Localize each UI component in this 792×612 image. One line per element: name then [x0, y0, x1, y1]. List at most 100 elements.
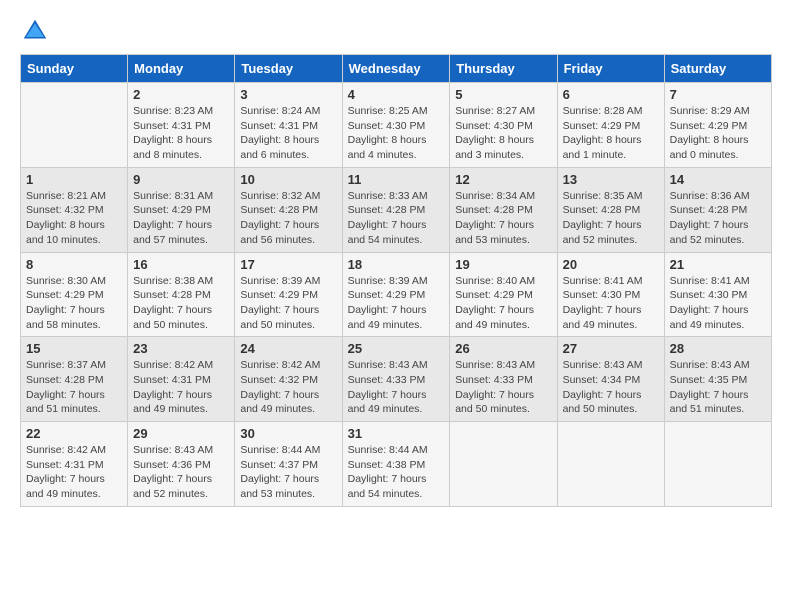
calendar-cell: 14 Sunrise: 8:36 AMSunset: 4:28 PMDayligh…: [664, 167, 771, 252]
header-cell-tuesday: Tuesday: [235, 55, 342, 83]
day-info: Sunrise: 8:38 AMSunset: 4:28 PMDaylight:…: [133, 274, 229, 333]
calendar-cell: 29 Sunrise: 8:43 AMSunset: 4:36 PMDayligh…: [128, 422, 235, 507]
day-info: Sunrise: 8:24 AMSunset: 4:31 PMDaylight:…: [240, 104, 336, 163]
day-number: 22: [26, 426, 122, 441]
calendar-cell: 18 Sunrise: 8:39 AMSunset: 4:29 PMDayligh…: [342, 252, 450, 337]
day-number: 5: [455, 87, 551, 102]
calendar-cell: 1 Sunrise: 8:21 AMSunset: 4:32 PMDaylight…: [21, 167, 128, 252]
day-info: Sunrise: 8:30 AMSunset: 4:29 PMDaylight:…: [26, 274, 122, 333]
day-number: 24: [240, 341, 336, 356]
header: [20, 16, 772, 46]
day-number: 27: [563, 341, 659, 356]
day-info: Sunrise: 8:27 AMSunset: 4:30 PMDaylight:…: [455, 104, 551, 163]
calendar-cell: [21, 83, 128, 168]
day-number: 28: [670, 341, 766, 356]
day-number: 31: [348, 426, 445, 441]
day-info: Sunrise: 8:42 AMSunset: 4:32 PMDaylight:…: [240, 358, 336, 417]
day-info: Sunrise: 8:41 AMSunset: 4:30 PMDaylight:…: [670, 274, 766, 333]
day-info: Sunrise: 8:42 AMSunset: 4:31 PMDaylight:…: [133, 358, 229, 417]
day-info: Sunrise: 8:31 AMSunset: 4:29 PMDaylight:…: [133, 189, 229, 248]
day-info: Sunrise: 8:42 AMSunset: 4:31 PMDaylight:…: [26, 443, 122, 502]
calendar-cell: 4 Sunrise: 8:25 AMSunset: 4:30 PMDaylight…: [342, 83, 450, 168]
day-number: 19: [455, 257, 551, 272]
day-info: Sunrise: 8:44 AMSunset: 4:38 PMDaylight:…: [348, 443, 445, 502]
calendar-cell: 5 Sunrise: 8:27 AMSunset: 4:30 PMDaylight…: [450, 83, 557, 168]
header-cell-wednesday: Wednesday: [342, 55, 450, 83]
day-info: Sunrise: 8:29 AMSunset: 4:29 PMDaylight:…: [670, 104, 766, 163]
day-info: Sunrise: 8:34 AMSunset: 4:28 PMDaylight:…: [455, 189, 551, 248]
calendar-cell: 9 Sunrise: 8:31 AMSunset: 4:29 PMDaylight…: [128, 167, 235, 252]
calendar-cell: 15 Sunrise: 8:37 AMSunset: 4:28 PMDayligh…: [21, 337, 128, 422]
calendar-cell: 22 Sunrise: 8:42 AMSunset: 4:31 PMDayligh…: [21, 422, 128, 507]
day-info: Sunrise: 8:35 AMSunset: 4:28 PMDaylight:…: [563, 189, 659, 248]
day-info: Sunrise: 8:39 AMSunset: 4:29 PMDaylight:…: [348, 274, 445, 333]
calendar-cell: 20 Sunrise: 8:41 AMSunset: 4:30 PMDayligh…: [557, 252, 664, 337]
day-info: Sunrise: 8:33 AMSunset: 4:28 PMDaylight:…: [348, 189, 445, 248]
day-number: 16: [133, 257, 229, 272]
day-info: Sunrise: 8:43 AMSunset: 4:36 PMDaylight:…: [133, 443, 229, 502]
day-info: Sunrise: 8:25 AMSunset: 4:30 PMDaylight:…: [348, 104, 445, 163]
header-cell-sunday: Sunday: [21, 55, 128, 83]
calendar-cell: 21 Sunrise: 8:41 AMSunset: 4:30 PMDayligh…: [664, 252, 771, 337]
calendar-cell: 13 Sunrise: 8:35 AMSunset: 4:28 PMDayligh…: [557, 167, 664, 252]
calendar-cell: 28 Sunrise: 8:43 AMSunset: 4:35 PMDayligh…: [664, 337, 771, 422]
day-info: Sunrise: 8:43 AMSunset: 4:33 PMDaylight:…: [455, 358, 551, 417]
day-number: 17: [240, 257, 336, 272]
day-info: Sunrise: 8:36 AMSunset: 4:28 PMDaylight:…: [670, 189, 766, 248]
calendar-cell: 7Sunrise: 8:29 AMSunset: 4:29 PMDaylight…: [664, 83, 771, 168]
day-number: 25: [348, 341, 445, 356]
day-number: 4: [348, 87, 445, 102]
day-number: 20: [563, 257, 659, 272]
day-number: 26: [455, 341, 551, 356]
calendar-cell: 2Sunrise: 8:23 AMSunset: 4:31 PMDaylight…: [128, 83, 235, 168]
header-cell-thursday: Thursday: [450, 55, 557, 83]
calendar-week-row: 2Sunrise: 8:23 AMSunset: 4:31 PMDaylight…: [21, 83, 772, 168]
day-number: 15: [26, 341, 122, 356]
calendar-cell: 23Sunrise: 8:42 AMSunset: 4:31 PMDayligh…: [128, 337, 235, 422]
day-info: Sunrise: 8:21 AMSunset: 4:32 PMDaylight:…: [26, 189, 122, 248]
calendar-cell: 31 Sunrise: 8:44 AMSunset: 4:38 PMDayligh…: [342, 422, 450, 507]
day-number: 30: [240, 426, 336, 441]
calendar-cell: 17 Sunrise: 8:39 AMSunset: 4:29 PMDayligh…: [235, 252, 342, 337]
calendar-cell: 19 Sunrise: 8:40 AMSunset: 4:29 PMDayligh…: [450, 252, 557, 337]
calendar-cell: 12 Sunrise: 8:34 AMSunset: 4:28 PMDayligh…: [450, 167, 557, 252]
day-number: 10: [240, 172, 336, 187]
header-cell-friday: Friday: [557, 55, 664, 83]
day-number: 18: [348, 257, 445, 272]
header-cell-saturday: Saturday: [664, 55, 771, 83]
day-number: 14: [670, 172, 766, 187]
calendar-cell: [664, 422, 771, 507]
day-info: Sunrise: 8:44 AMSunset: 4:37 PMDaylight:…: [240, 443, 336, 502]
header-cell-monday: Monday: [128, 55, 235, 83]
calendar-week-row: 15 Sunrise: 8:37 AMSunset: 4:28 PMDayligh…: [21, 337, 772, 422]
day-info: Sunrise: 8:43 AMSunset: 4:35 PMDaylight:…: [670, 358, 766, 417]
day-number: 3: [240, 87, 336, 102]
day-info: Sunrise: 8:40 AMSunset: 4:29 PMDaylight:…: [455, 274, 551, 333]
day-info: Sunrise: 8:37 AMSunset: 4:28 PMDaylight:…: [26, 358, 122, 417]
calendar-cell: 24 Sunrise: 8:42 AMSunset: 4:32 PMDayligh…: [235, 337, 342, 422]
day-number: 1: [26, 172, 122, 187]
logo: [20, 16, 54, 46]
calendar-cell: 25 Sunrise: 8:43 AMSunset: 4:33 PMDayligh…: [342, 337, 450, 422]
day-info: Sunrise: 8:32 AMSunset: 4:28 PMDaylight:…: [240, 189, 336, 248]
day-info: Sunrise: 8:41 AMSunset: 4:30 PMDaylight:…: [563, 274, 659, 333]
calendar-table: SundayMondayTuesdayWednesdayThursdayFrid…: [20, 54, 772, 507]
day-number: 13: [563, 172, 659, 187]
calendar-header-row: SundayMondayTuesdayWednesdayThursdayFrid…: [21, 55, 772, 83]
calendar-cell: [557, 422, 664, 507]
day-info: Sunrise: 8:43 AMSunset: 4:33 PMDaylight:…: [348, 358, 445, 417]
calendar-cell: 11Sunrise: 8:33 AMSunset: 4:28 PMDayligh…: [342, 167, 450, 252]
day-info: Sunrise: 8:39 AMSunset: 4:29 PMDaylight:…: [240, 274, 336, 333]
calendar-cell: 26 Sunrise: 8:43 AMSunset: 4:33 PMDayligh…: [450, 337, 557, 422]
day-info: Sunrise: 8:28 AMSunset: 4:29 PMDaylight:…: [563, 104, 659, 163]
calendar-cell: 8 Sunrise: 8:30 AMSunset: 4:29 PMDaylight…: [21, 252, 128, 337]
calendar-week-row: 22 Sunrise: 8:42 AMSunset: 4:31 PMDayligh…: [21, 422, 772, 507]
day-number: 9: [133, 172, 229, 187]
day-number: 29: [133, 426, 229, 441]
day-number: 21: [670, 257, 766, 272]
calendar-cell: 16 Sunrise: 8:38 AMSunset: 4:28 PMDayligh…: [128, 252, 235, 337]
day-number: 12: [455, 172, 551, 187]
calendar-cell: 3 Sunrise: 8:24 AMSunset: 4:31 PMDaylight…: [235, 83, 342, 168]
day-number: 8: [26, 257, 122, 272]
day-number: 2: [133, 87, 229, 102]
